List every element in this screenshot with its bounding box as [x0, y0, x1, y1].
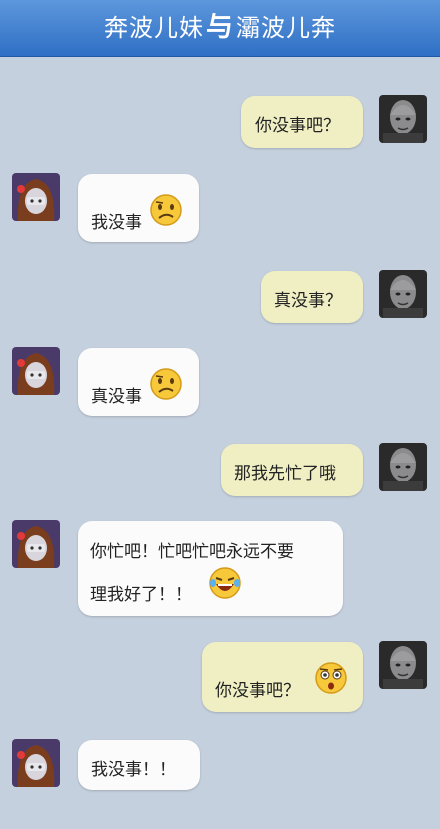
header-title-left: 奔波儿妹: [104, 14, 204, 42]
message-bubble: 你没事吧？: [241, 96, 363, 148]
avatar-girl[interactable]: [12, 739, 60, 787]
message-text: 我没事: [91, 213, 142, 233]
confused-face-icon: [149, 193, 183, 227]
avatar-bald-man[interactable]: [379, 641, 427, 689]
avatar-girl[interactable]: [12, 347, 60, 395]
chat-header: 奔波儿妹与灞波儿奔: [0, 0, 440, 57]
message-bubble: 那我先忙了哦: [221, 444, 363, 496]
confused-face-icon: [149, 367, 183, 401]
message-bubble: 我没事！！: [78, 740, 200, 790]
avatar-bald-man[interactable]: [379, 95, 427, 143]
message-text: 那我先忙了哦: [234, 464, 336, 484]
message-text: 你没事吧？: [255, 116, 340, 136]
message-text: 真没事？: [274, 291, 342, 311]
avatar-bald-man[interactable]: [379, 443, 427, 491]
shocked-face-icon: [314, 661, 348, 695]
message-text-line1: 你忙吧！忙吧忙吧永远不要: [90, 542, 294, 562]
avatar-bald-man[interactable]: [379, 270, 427, 318]
header-title-right: 灞波儿奔: [236, 14, 336, 42]
message-text: 我没事！！: [91, 760, 176, 780]
laughing-crying-face-icon: [208, 566, 242, 600]
message-text: 真没事: [91, 387, 142, 407]
message-text: 你没事吧？: [215, 681, 300, 701]
avatar-girl[interactable]: [12, 520, 60, 568]
header-title-mid: 与: [206, 12, 234, 43]
avatar-girl[interactable]: [12, 173, 60, 221]
message-text-line2: 理我好了！！: [90, 585, 192, 605]
message-bubble: 真没事？: [261, 271, 363, 323]
